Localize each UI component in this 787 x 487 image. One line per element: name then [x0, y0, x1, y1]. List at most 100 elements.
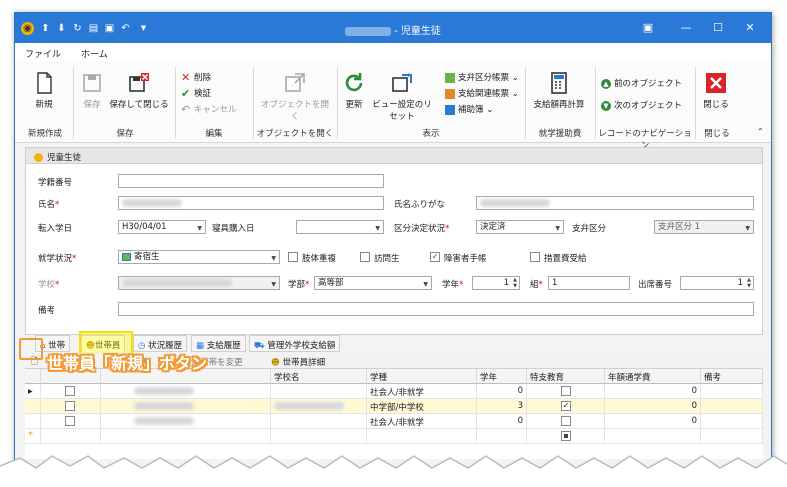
- school-select[interactable]: ▼: [118, 276, 280, 290]
- save-label: 保存: [83, 100, 101, 110]
- note-cell: [701, 384, 763, 399]
- view-reset-button[interactable]: ビュー設定のリセット: [369, 71, 435, 122]
- book-icon: [445, 104, 455, 115]
- table-row[interactable]: ▶ 社会人/非就学 0 0: [25, 384, 763, 399]
- seat-stepper[interactable]: 1 ▲ ▼: [680, 276, 754, 290]
- decision-value: 決定済: [480, 222, 506, 232]
- special-checkbox[interactable]: [561, 416, 571, 426]
- check-cell[interactable]: [41, 399, 101, 414]
- column-header-type[interactable]: 学種: [367, 369, 477, 384]
- close-button[interactable]: 閉じる: [699, 71, 733, 110]
- form-related-dropdown[interactable]: 支給関連帳票 ⌄: [445, 87, 519, 99]
- collapse-ribbon-icon[interactable]: ⌃: [757, 127, 764, 136]
- open-object-label: オブジェクトを開く: [260, 100, 329, 122]
- annotation-callout: 世帯員「新規」ボタン: [19, 338, 239, 380]
- transfer-date-input[interactable]: H30/04/01 ▼: [118, 220, 206, 234]
- dorm-date-input[interactable]: ▼: [296, 220, 384, 234]
- new-button[interactable]: 新規: [29, 71, 59, 110]
- column-header-fee[interactable]: 年額通学費: [605, 369, 701, 384]
- open-object-button[interactable]: オブジェクトを開く: [259, 71, 331, 122]
- grade-cell: 3: [477, 399, 527, 414]
- student-no-label: 学籍番号: [38, 178, 73, 188]
- special-cell: [527, 414, 605, 429]
- ribbon: 新規 新規作成 保存 保存して閉じる 保存 ✕ 削除 ✔ 検証 ↶ キャンセル 編集 …: [15, 61, 771, 151]
- dept-select[interactable]: 高等部 ▼: [314, 276, 432, 290]
- column-header-grade[interactable]: 学年: [477, 369, 527, 384]
- type-cell: 社会人/非就学: [367, 384, 477, 399]
- type-cell: [367, 429, 477, 444]
- row-checkbox[interactable]: [65, 401, 75, 411]
- tab-file[interactable]: ファイル: [25, 47, 61, 60]
- special-checkbox[interactable]: [561, 386, 571, 396]
- restore-pane-icon[interactable]: ▣: [639, 19, 657, 37]
- app-window: ◉ ⬆ ⬇ ↻ ▤ ▣ ↶ ▼ - 児童生徒 ▣ — ☐ ✕ ファイル ホーム …: [14, 12, 772, 474]
- column-header-special[interactable]: 特支教育: [527, 369, 605, 384]
- new-row[interactable]: *: [25, 429, 763, 444]
- status-value: 寄宿生: [134, 252, 160, 262]
- next-object-label: 次のオブジェクト: [614, 101, 683, 111]
- validate-label: 検証: [194, 89, 212, 99]
- form-payment-dropdown[interactable]: 支弁区分帳票 ⌄: [445, 71, 519, 83]
- next-object-button[interactable]: ▼ 次のオブジェクト: [601, 99, 682, 111]
- grade-cell: [477, 429, 527, 444]
- note-input[interactable]: [118, 302, 754, 316]
- tab-external-school[interactable]: ⛟ 管理外学校支給額: [249, 335, 341, 352]
- row-checkbox[interactable]: [65, 416, 75, 426]
- prev-object-label: 前のオブジェクト: [614, 79, 683, 89]
- new-row-icon: *: [25, 429, 41, 444]
- student-icon: [34, 153, 43, 162]
- special-checkbox[interactable]: [561, 431, 571, 441]
- student-panel: 児童生徒 学籍番号 氏名* 氏名ふりがな 転入学日 H30/04/01 ▼ 寝具購…: [25, 147, 763, 335]
- column-header-note[interactable]: 備考: [701, 369, 763, 384]
- delete-button[interactable]: ✕ 削除: [181, 71, 211, 84]
- save-close-button[interactable]: 保存して閉じる: [109, 71, 169, 110]
- measure-checkbox[interactable]: [530, 252, 540, 262]
- blurred-text: [480, 198, 550, 207]
- grade-label: 学年*: [442, 280, 464, 290]
- grade-stepper[interactable]: 1 ▲ ▼: [472, 276, 520, 290]
- check-cell[interactable]: [41, 414, 101, 429]
- payment-select[interactable]: 支弁区分 1 ▼: [654, 220, 754, 234]
- view-reset-icon: [392, 73, 412, 92]
- refresh-button[interactable]: 更新: [341, 71, 367, 110]
- check-cell[interactable]: [41, 429, 101, 444]
- validate-button[interactable]: ✔ 検証: [181, 87, 212, 100]
- status-select[interactable]: 寄宿生 ▼: [118, 250, 280, 264]
- chevron-down-icon: ⌄: [486, 105, 494, 115]
- special-checkbox[interactable]: ✓: [561, 401, 571, 411]
- member-detail-button[interactable]: ☻ 世帯員詳細: [271, 356, 325, 368]
- close-window-button[interactable]: ✕: [741, 19, 759, 37]
- kana-input[interactable]: [476, 196, 754, 210]
- view-reset-label: ビュー設定のリセット: [372, 100, 432, 122]
- name-input[interactable]: [118, 196, 384, 210]
- disability-checkbox[interactable]: ✓: [430, 252, 440, 262]
- dept-value: 高等部: [318, 278, 344, 288]
- decision-select[interactable]: 決定済 ▼: [476, 220, 564, 234]
- check-cell[interactable]: [41, 384, 101, 399]
- class-input[interactable]: 1: [548, 276, 630, 290]
- fee-cell: 0: [605, 414, 701, 429]
- payment-label: 支弁区分: [572, 224, 607, 234]
- disease-label: 肢体重複: [302, 254, 337, 264]
- cancel-button[interactable]: ↶ キャンセル: [181, 102, 237, 116]
- form-icon: [445, 88, 455, 99]
- undo-icon: ↶: [181, 102, 191, 116]
- prev-object-button[interactable]: ▲ 前のオブジェクト: [601, 77, 682, 89]
- maximize-button[interactable]: ☐: [709, 19, 727, 37]
- aux-dropdown[interactable]: 補助簿 ⌄: [445, 103, 493, 115]
- student-no-input[interactable]: [118, 174, 384, 188]
- table-row[interactable]: 社会人/非就学 0 0: [25, 414, 763, 429]
- save-button[interactable]: 保存: [79, 71, 105, 110]
- visit-checkbox[interactable]: [360, 252, 370, 262]
- disease-checkbox[interactable]: [288, 252, 298, 262]
- table-row[interactable]: 中学部/中学校 3 ✓ 0: [25, 399, 763, 414]
- school-cell: [271, 429, 367, 444]
- aux-label: 補助簿: [458, 105, 484, 115]
- minimize-button[interactable]: —: [677, 19, 695, 37]
- column-header-school[interactable]: 学校名: [271, 369, 367, 384]
- measure-label: 措置費受給: [544, 254, 587, 264]
- separator: [595, 67, 596, 139]
- dropdown-arrow-icon: ▼: [423, 281, 428, 288]
- row-checkbox[interactable]: [65, 386, 75, 396]
- recalc-button[interactable]: 支給額再計算: [529, 71, 589, 110]
